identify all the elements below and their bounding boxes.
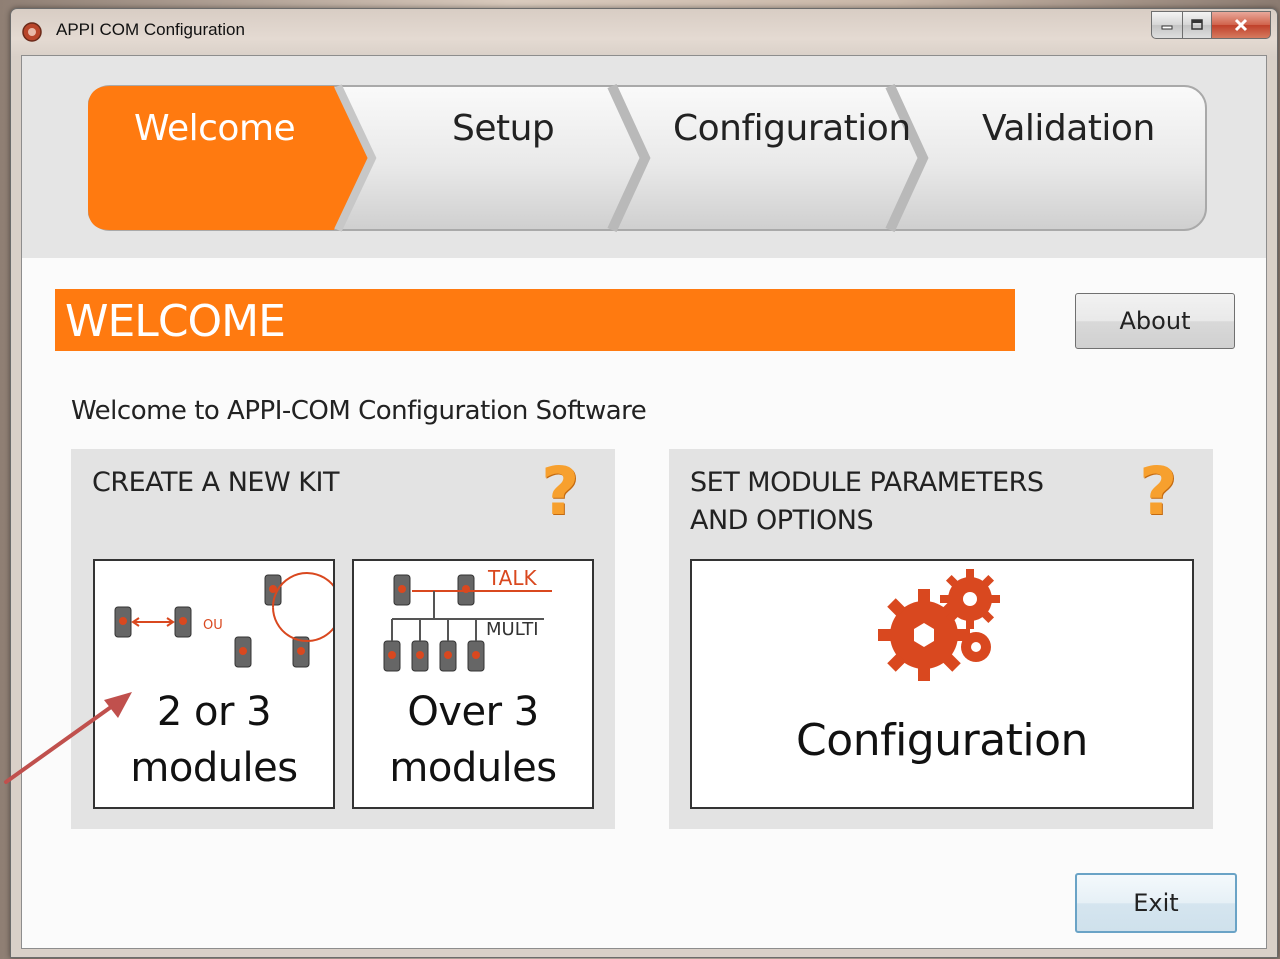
app-window: APPI COM Configuration Welcome Setup Con… (10, 8, 1278, 958)
title-bar[interactable]: APPI COM Configuration (11, 9, 1277, 53)
step-welcome[interactable]: Welcome (134, 108, 296, 149)
close-button[interactable] (1212, 11, 1271, 39)
intro-text: Welcome to APPI-COM Configuration Softwa… (71, 396, 647, 426)
kit-over-3-modules-button[interactable]: TALK MULTI Over 3 modules (352, 559, 594, 809)
wizard-steps: Welcome Setup Configuration Validation (22, 56, 1266, 258)
window-title: APPI COM Configuration (56, 20, 245, 39)
close-icon (1234, 18, 1248, 32)
configuration-button[interactable]: Configuration (690, 559, 1194, 809)
about-button[interactable]: About (1075, 293, 1235, 349)
module-params-title: SET MODULE PARAMETERS AND OPTIONS (690, 467, 1044, 536)
minimize-icon (1161, 25, 1173, 30)
maximize-button[interactable] (1183, 11, 1212, 39)
welcome-banner: WELCOME (55, 289, 1015, 351)
ou-label: OU (203, 618, 223, 633)
exit-button[interactable]: Exit (1075, 873, 1237, 933)
pointer-arrow (4, 692, 132, 784)
step-validation[interactable]: Validation (982, 108, 1155, 149)
banner-title: WELCOME (65, 296, 286, 347)
create-kit-title: CREATE A NEW KIT (92, 467, 339, 498)
create-kit-help-icon[interactable]: ? (541, 453, 579, 530)
client-area: Welcome Setup Configuration Validation W… (21, 55, 1267, 949)
talk-label: TALK (487, 566, 537, 590)
app-icon (22, 22, 42, 42)
step-setup[interactable]: Setup (452, 108, 555, 149)
step-configuration[interactable]: Configuration (673, 108, 911, 149)
large-kit-diagram-icon: TALK MULTI (383, 566, 552, 672)
create-kit-panel: CREATE A NEW KIT ? OU 2 or 3 modules TAL… (71, 449, 615, 829)
maximize-icon (1191, 19, 1203, 30)
small-kit-diagram-icon: OU (114, 572, 342, 668)
gears-icon (878, 569, 1000, 681)
module-parameters-panel: SET MODULE PARAMETERS AND OPTIONS ? Conf… (669, 449, 1213, 829)
module-params-help-icon[interactable]: ? (1139, 453, 1177, 530)
configuration-button-label: Configuration (796, 715, 1088, 766)
kit-large-line1: Over 3 (407, 689, 539, 735)
kit-large-line2: modules (389, 745, 557, 791)
wizard-steps-graphic (88, 84, 1207, 233)
minimize-button[interactable] (1151, 11, 1183, 39)
multi-label: MULTI (486, 619, 539, 640)
